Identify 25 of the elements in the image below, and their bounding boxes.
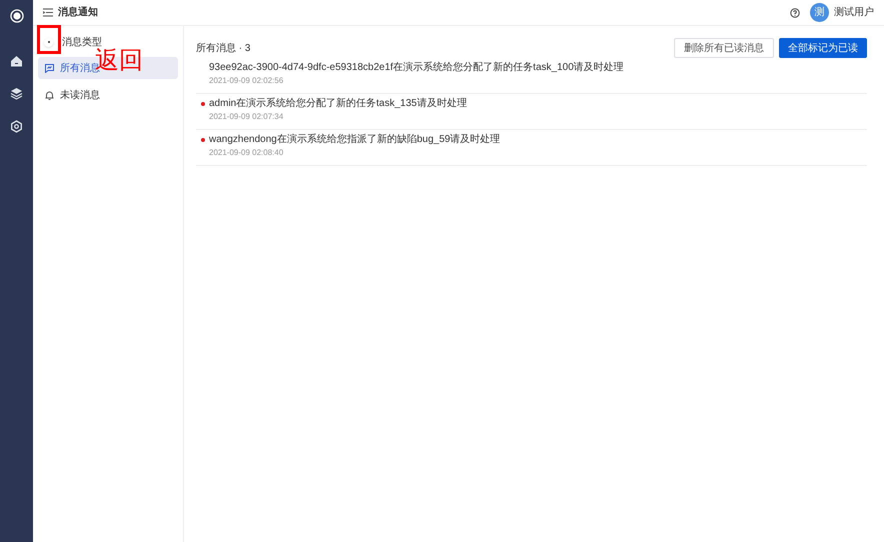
chat-icon — [45, 64, 54, 72]
help-icon[interactable] — [790, 8, 800, 18]
message-time: 2021-09-09 02:07:34 — [209, 111, 284, 123]
back-button[interactable] — [44, 38, 53, 46]
message-time: 2021-09-09 02:08:40 — [209, 147, 284, 159]
user-name[interactable]: 测试用户 — [834, 5, 874, 20]
bell-icon — [45, 90, 54, 100]
mark-all-read-button[interactable]: 全部标记为已读 — [779, 38, 867, 58]
delete-read-button[interactable]: 删除所有已读消息 — [674, 38, 774, 58]
layers-icon[interactable] — [10, 87, 23, 100]
sidebar-item[interactable]: 未读消息 — [38, 84, 178, 106]
message-text[interactable]: admin在演示系统给您分配了新的任务task_135请及时处理 — [209, 97, 467, 111]
message-text[interactable]: 93ee92ac-3900-4d74-9dfc-e59318cb2e1f在演示系统给您分配了新的任务task_100请及时处理 — [209, 61, 624, 75]
page-title: 消息通知 — [58, 6, 98, 20]
section-title: 所有消息 · 3 — [196, 42, 250, 56]
message-text[interactable]: wangzhendong在演示系统给您指派了新的缺陷bug_59请及时处理 — [209, 133, 500, 147]
home-icon[interactable] — [10, 55, 23, 67]
logo-icon[interactable] — [10, 9, 24, 23]
sidebar-title: 消息类型 — [62, 36, 102, 48]
highlight-box — [37, 25, 61, 54]
message-row[interactable]: admin在演示系统给您分配了新的任务task_135请及时处理 2021-09-09 02:07:34 — [196, 94, 867, 130]
message-time: 2021-09-09 02:02:56 — [209, 75, 284, 87]
settings-icon[interactable] — [10, 120, 23, 133]
menu-icon[interactable] — [43, 8, 53, 17]
message-row[interactable]: wangzhendong在演示系统给您指派了新的缺陷bug_59请及时处理 2021-09-09 02:08:40 — [196, 130, 867, 166]
